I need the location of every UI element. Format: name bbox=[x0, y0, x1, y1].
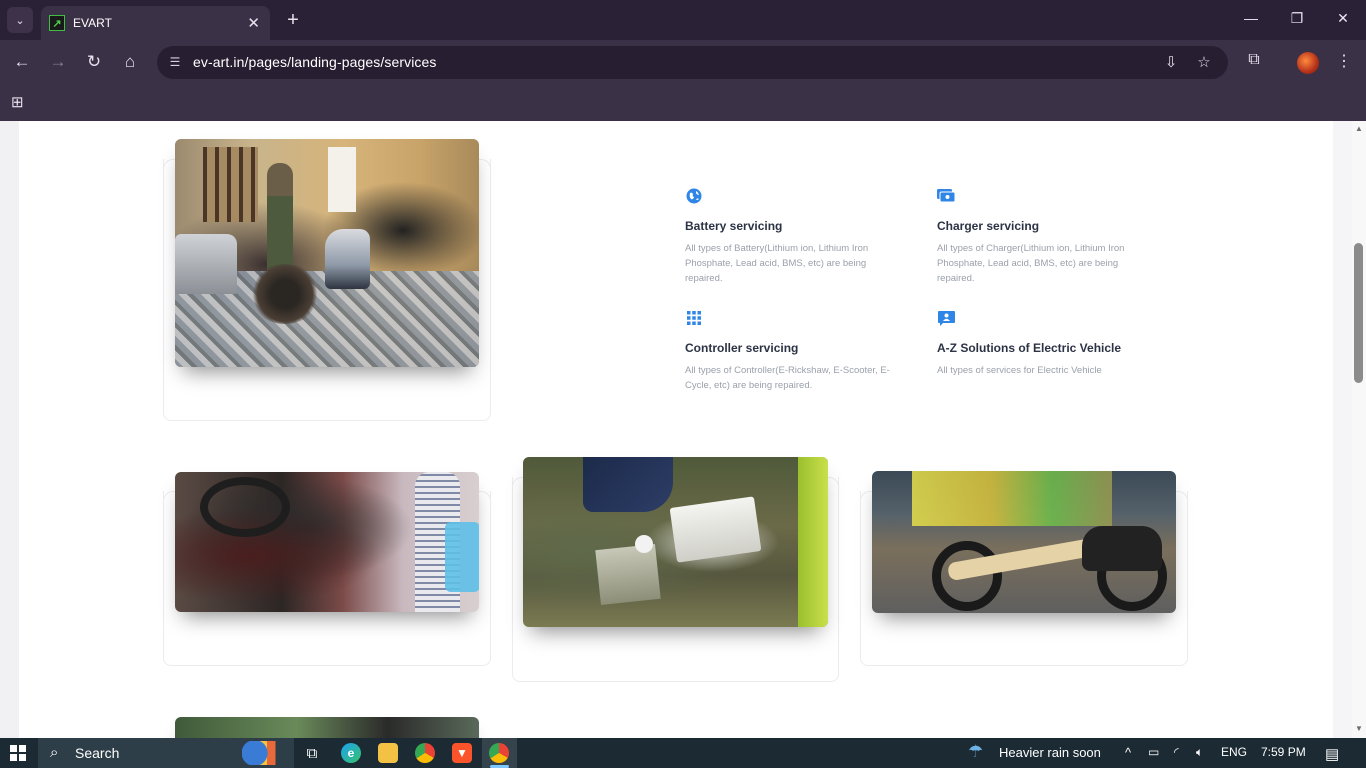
page-gutter-right bbox=[1333, 121, 1352, 738]
scroll-up-arrow-icon[interactable]: ▲ bbox=[1352, 124, 1366, 133]
service-description: All types of Controller(E-Rickshaw, E-Sc… bbox=[685, 365, 890, 391]
address-bar[interactable]: ☰ ev-art.in/pages/landing-pages/services… bbox=[157, 46, 1228, 79]
page-viewport: Battery servicing All types of Battery(L… bbox=[0, 121, 1366, 738]
url-text[interactable]: ev-art.in/pages/landing-pages/services bbox=[193, 54, 437, 70]
battery-icon[interactable]: ▭ bbox=[1148, 745, 1159, 759]
payment-icon bbox=[937, 187, 955, 205]
favicon-icon: ↗ bbox=[49, 15, 65, 31]
tab-title: EVART bbox=[73, 16, 112, 30]
windows-start-icon[interactable] bbox=[10, 745, 26, 761]
search-highlight-icon bbox=[242, 741, 284, 765]
service-title: Controller servicing bbox=[685, 341, 799, 355]
scroll-down-arrow-icon[interactable]: ▼ bbox=[1352, 724, 1366, 733]
grid-icon bbox=[685, 309, 703, 327]
workshop-photo bbox=[175, 139, 479, 367]
menu-kebab-icon[interactable]: ⋮ bbox=[1333, 51, 1355, 71]
task-view-icon[interactable]: ⧉ bbox=[302, 743, 322, 763]
forward-button[interactable]: → bbox=[47, 51, 69, 73]
service-controller: Controller servicing All types of Contro… bbox=[685, 309, 905, 393]
chrome-icon[interactable] bbox=[415, 743, 435, 763]
chrome-active-icon[interactable] bbox=[489, 743, 509, 763]
page-gutter-left bbox=[0, 121, 19, 738]
language-indicator[interactable]: ENG bbox=[1221, 745, 1247, 759]
extensions-icon[interactable]: ⧉ bbox=[1243, 51, 1265, 69]
globe-icon bbox=[685, 187, 703, 205]
weather-text[interactable]: Heavier rain soon bbox=[999, 745, 1101, 760]
tab-search-button[interactable]: ⌄ bbox=[7, 7, 33, 33]
service-title: Charger servicing bbox=[937, 219, 1040, 233]
new-tab-button[interactable]: + bbox=[281, 8, 305, 32]
back-button[interactable]: ← bbox=[11, 51, 33, 73]
service-title: Battery servicing bbox=[685, 219, 783, 233]
wiring-photo bbox=[175, 472, 479, 612]
close-tab-icon[interactable]: ✕ bbox=[247, 16, 260, 31]
site-info-icon[interactable]: ☰ bbox=[165, 52, 185, 72]
wifi-icon[interactable]: ◜ bbox=[1174, 745, 1179, 759]
ebike-photo bbox=[872, 471, 1176, 613]
install-app-icon[interactable]: ⇩ bbox=[1161, 53, 1181, 71]
taskbar-search[interactable]: ⌕ Search bbox=[38, 738, 294, 768]
browser-tab[interactable]: ↗ EVART ✕ bbox=[41, 6, 270, 40]
browser-toolbar: ← → ↻ ⌂ ☰ ev-art.in/pages/landing-pages/… bbox=[0, 40, 1366, 84]
service-description: All types of Charger(Lithium ion, Lithiu… bbox=[937, 243, 1125, 284]
service-az-solutions: A-Z Solutions of Electric Vehicle All ty… bbox=[937, 309, 1157, 378]
scrollbar-thumb[interactable] bbox=[1354, 243, 1363, 383]
minimize-button[interactable]: — bbox=[1241, 10, 1261, 26]
service-description: All types of services for Electric Vehic… bbox=[937, 365, 1102, 376]
windows-taskbar: ⌕ Search ⧉ e ▼ ☂ Heavier rain soon ^ ▭ ◜… bbox=[0, 738, 1366, 768]
photo-partial bbox=[175, 717, 479, 738]
bookmark-star-icon[interactable]: ☆ bbox=[1194, 53, 1214, 71]
file-explorer-icon[interactable] bbox=[378, 743, 398, 763]
weather-rain-icon[interactable]: ☂ bbox=[968, 742, 983, 762]
browser-tab-bar: ⌄ ↗ EVART ✕ + — ❐ ✕ bbox=[0, 0, 1366, 40]
search-label: Search bbox=[75, 745, 120, 761]
apps-grid-icon[interactable]: ⊞ bbox=[11, 93, 24, 111]
service-charger: Charger servicing All types of Charger(L… bbox=[937, 187, 1157, 286]
brave-browser-icon[interactable]: ▼ bbox=[452, 743, 472, 763]
search-icon: ⌕ bbox=[50, 744, 59, 761]
restore-button[interactable]: ❐ bbox=[1287, 10, 1307, 27]
tray-overflow-icon[interactable]: ^ bbox=[1125, 745, 1131, 760]
service-description: All types of Battery(Lithium ion, Lithiu… bbox=[685, 243, 869, 284]
bookmarks-bar: ⊞ bbox=[0, 84, 1366, 121]
profile-avatar[interactable] bbox=[1297, 52, 1319, 74]
notifications-icon[interactable]: ▤ bbox=[1325, 745, 1339, 763]
reload-button[interactable]: ↻ bbox=[83, 51, 105, 73]
clock[interactable]: 7:59 PM bbox=[1261, 745, 1306, 759]
close-window-button[interactable]: ✕ bbox=[1333, 10, 1353, 27]
service-battery: Battery servicing All types of Battery(L… bbox=[685, 187, 905, 286]
contact-card-icon bbox=[937, 309, 955, 327]
edge-browser-icon[interactable]: e bbox=[341, 743, 361, 763]
battery-repair-photo bbox=[523, 457, 828, 627]
volume-icon[interactable]: 🔈︎ bbox=[1196, 745, 1203, 760]
service-title: A-Z Solutions of Electric Vehicle bbox=[937, 341, 1122, 355]
page-scrollbar[interactable] bbox=[1352, 121, 1366, 738]
home-button[interactable]: ⌂ bbox=[119, 51, 141, 73]
